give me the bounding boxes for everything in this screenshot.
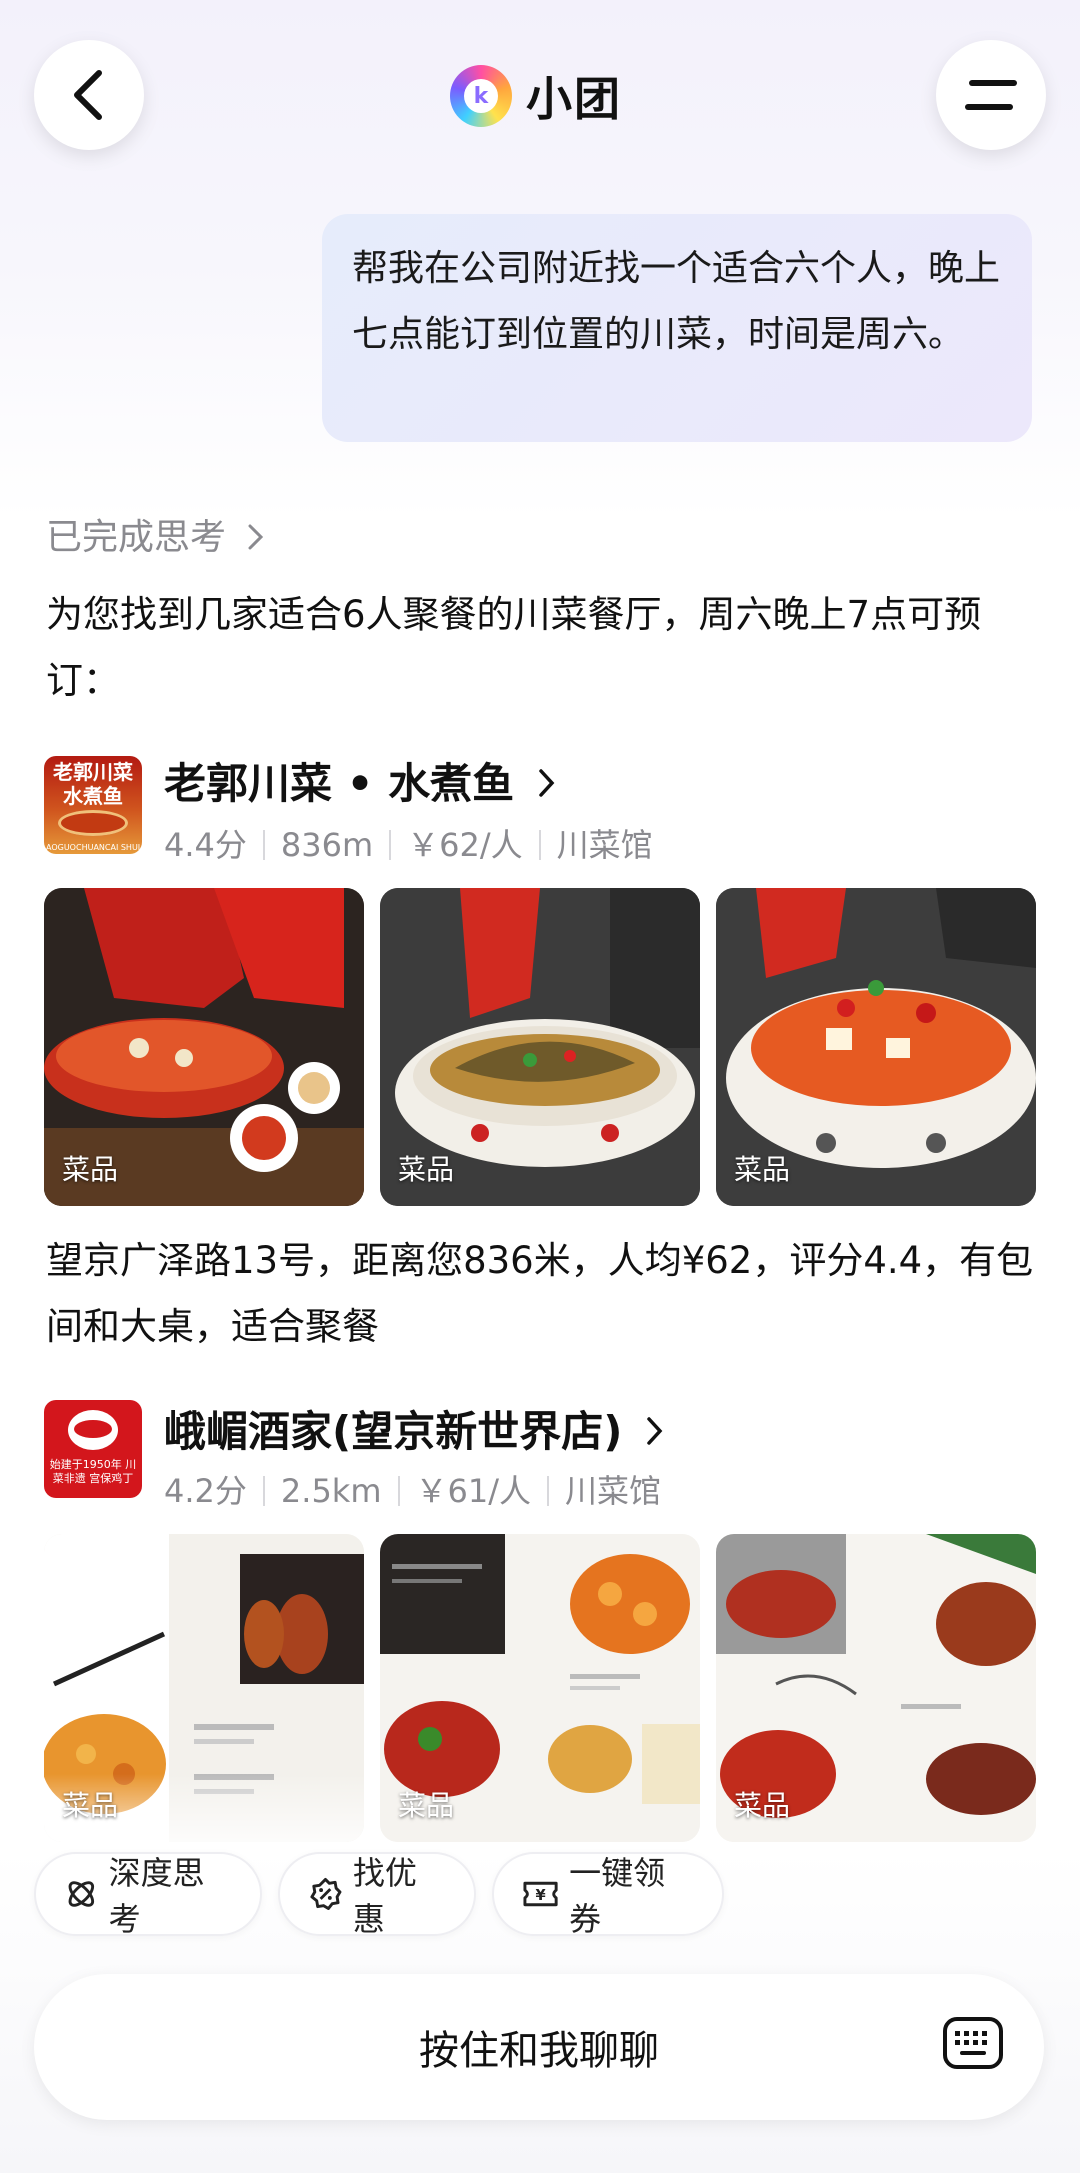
distance: 2.5km (280, 1472, 382, 1510)
menu-icon (965, 80, 1017, 110)
app-logo: k (450, 65, 512, 127)
chip-label: 找优惠 (352, 1854, 417, 1938)
keyboard-icon (943, 2017, 1003, 2069)
page-title: 小团 (526, 72, 622, 126)
price: ￥61/人 (415, 1472, 532, 1510)
voice-input-bar[interactable]: 按住和我聊聊 (34, 1974, 1044, 2120)
photo-tag: 菜品 (398, 1153, 455, 1186)
chip-label: 深度思考 (108, 1854, 205, 1938)
restaurant-meta: 4.2分 2.5km ￥61/人 川菜馆 (164, 1466, 661, 1512)
user-message-bubble: 帮我在公司附近找一个适合六个人，晚上七点能订到位置的川菜，时间是周六。 (322, 214, 1032, 442)
restaurant-description: 望京广泽路13号，距离您836米，人均¥62，评分4.4，有包间和大桌，适合聚餐 (46, 1239, 1034, 1348)
chevron-left-icon (74, 70, 102, 120)
restaurant-name: 老郭川菜 • 水煮鱼 (164, 759, 515, 808)
restaurant-name-link[interactable]: 老郭川菜 • 水煮鱼 (164, 750, 559, 811)
dish-photo[interactable]: 菜品 (716, 888, 1036, 1206)
distance: 836m (280, 826, 374, 864)
menu-photo[interactable]: 菜品 (716, 1534, 1036, 1842)
menu-button[interactable] (936, 40, 1046, 150)
discount-badge-icon (310, 1878, 342, 1910)
category: 川菜馆 (565, 1472, 662, 1510)
photo-tag: 菜品 (62, 1153, 119, 1186)
photo-tag: 菜品 (398, 1789, 455, 1822)
thinking-label: 已完成思考 (46, 517, 227, 558)
menu-photo[interactable]: 菜品 (380, 1534, 700, 1842)
deep-thinking-chip[interactable]: 深度思考 (34, 1852, 262, 1938)
restaurant-name: 峨嵋酒家(望京新世界店) (164, 1407, 623, 1456)
rating: 4.4分 (164, 826, 247, 864)
hold-to-talk-label: 按住和我聊聊 (419, 2028, 659, 2074)
chevron-right-icon (647, 1417, 663, 1445)
claim-coupons-chip[interactable]: ¥ 一键领券 (492, 1852, 724, 1938)
thinking-toggle[interactable]: 已完成思考 (46, 508, 267, 560)
atom-icon (68, 1881, 95, 1907)
app-title: k 小团 (450, 62, 622, 130)
price: ￥62/人 (407, 826, 523, 864)
restaurant-logo[interactable]: 始建于1950年 川菜非遗 宫保鸡丁 (44, 1400, 142, 1498)
photo-tag: 菜品 (734, 1789, 791, 1822)
chip-label: 一键领券 (569, 1854, 666, 1938)
menu-photo[interactable]: 菜品 (44, 1534, 364, 1842)
dish-photo[interactable]: 菜品 (44, 888, 364, 1206)
coupon-icon: ¥ (523, 1881, 558, 1907)
category: 川菜馆 (556, 826, 653, 864)
svg-text:¥: ¥ (535, 1887, 545, 1904)
back-button[interactable] (34, 40, 144, 150)
photo-tag: 菜品 (62, 1789, 119, 1822)
logo-emblem-inner (74, 1420, 112, 1438)
assistant-reply-intro: 为您找到几家适合6人聚餐的川菜餐厅，周六晚上7点可预订： (46, 593, 982, 702)
chevron-right-icon (248, 524, 264, 550)
dish-photo[interactable]: 菜品 (380, 888, 700, 1206)
restaurant-name-link[interactable]: 峨嵋酒家(望京新世界店) (164, 1398, 667, 1459)
restaurant-logo[interactable]: 老郭川菜水煮鱼 AOGUOCHUANCAI SHUIZHUYU (44, 756, 142, 854)
restaurant-meta: 4.4分 836m ￥62/人 川菜馆 (164, 820, 653, 866)
rating: 4.2分 (164, 1472, 247, 1510)
chevron-right-icon (538, 769, 555, 797)
find-deals-chip[interactable]: 找优惠 (278, 1852, 476, 1938)
keyboard-toggle-button[interactable] (942, 2016, 1004, 2074)
photo-tag: 菜品 (734, 1153, 791, 1186)
dish-graphic (58, 810, 128, 836)
